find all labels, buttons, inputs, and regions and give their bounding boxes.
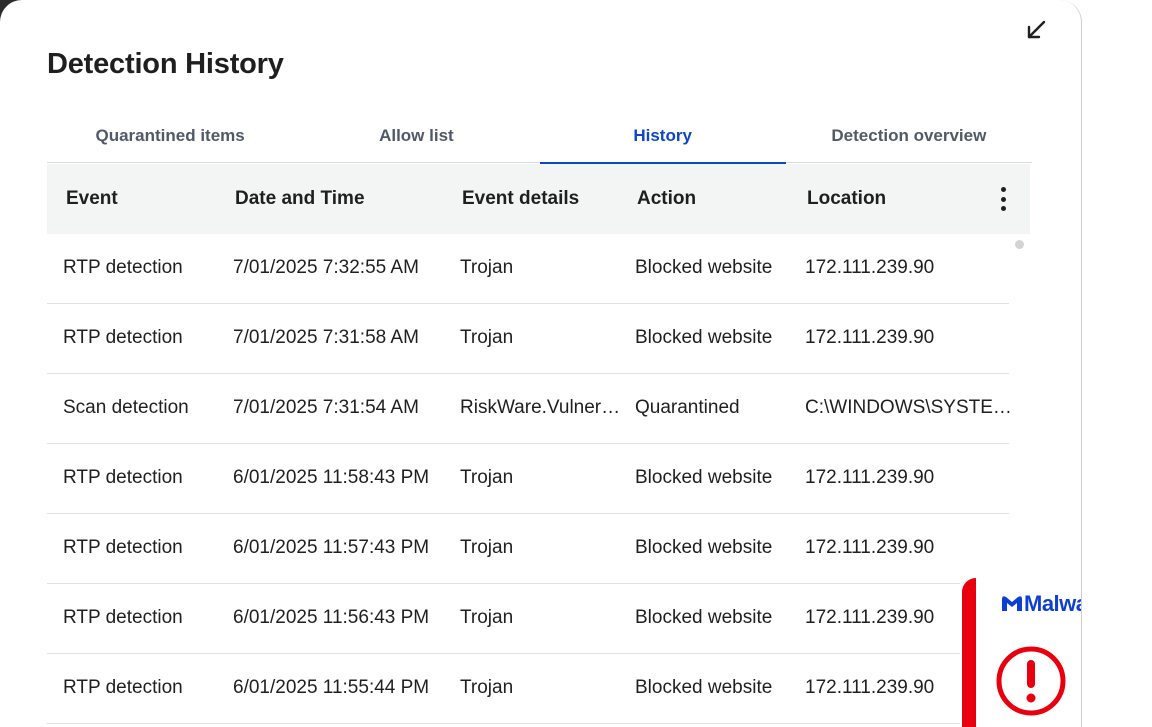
detection-history-panel: Detection History Quarantined items Allo… — [0, 0, 1082, 727]
cell-date-time: 6/01/2025 11:57:43 PM — [233, 537, 430, 558]
arrow-down-left-icon — [1027, 20, 1046, 39]
cell-location: 172.111.239.90 — [805, 467, 935, 488]
exclamation-circle-icon — [996, 646, 1066, 716]
collapse-button[interactable] — [1022, 16, 1050, 44]
cell-event-details: Trojan — [460, 677, 514, 698]
column-header-location[interactable]: Location — [807, 188, 886, 210]
cell-date-time: 7/01/2025 7:32:55 AM — [233, 257, 419, 278]
cell-event-details: Trojan — [460, 607, 514, 628]
cell-event-details: RiskWare.Vulner… — [460, 397, 621, 418]
cell-action: Blocked website — [635, 607, 773, 628]
cell-action: Quarantined — [635, 397, 740, 418]
table-row[interactable]: Scan detection 7/01/2025 7:31:54 AM RiskWa… — [47, 374, 1012, 444]
cell-location: C:\WINDOWS\SYSTE… — [805, 397, 1012, 418]
cell-date-time: 6/01/2025 11:56:43 PM — [233, 607, 430, 628]
cell-location: 172.111.239.90 — [805, 537, 935, 558]
malwarebytes-notification[interactable]: Malwa — [960, 578, 1081, 727]
table-row[interactable]: RTP detection 7/01/2025 7:31:58 AM Trojan B… — [47, 304, 1009, 374]
tab-bar: Quarantined items Allow list History Det… — [47, 112, 1032, 164]
column-header-event[interactable]: Event — [66, 188, 118, 210]
tab-detection-overview[interactable]: Detection overview — [786, 112, 1032, 162]
cell-event: RTP detection — [63, 257, 183, 278]
page-title: Detection History — [47, 48, 284, 80]
scrollbar-thumb[interactable] — [1015, 240, 1024, 249]
cell-event: RTP detection — [63, 327, 183, 348]
column-header-event-details[interactable]: Event details — [462, 188, 579, 210]
table-row[interactable]: RTP detection 7/01/2025 7:32:55 AM Trojan B… — [47, 234, 1009, 304]
cell-date-time: 6/01/2025 11:58:43 PM — [233, 467, 430, 488]
more-vertical-icon[interactable] — [991, 184, 1015, 214]
table-row[interactable]: RTP detection 6/01/2025 11:58:43 PM Trojan… — [47, 444, 1009, 514]
cell-event: RTP detection — [63, 607, 183, 628]
column-header-date-and-time[interactable]: Date and Time — [235, 188, 365, 210]
table-row[interactable]: RTP detection 6/01/2025 11:55:44 PM Trojan… — [47, 654, 1009, 724]
cell-action: Blocked website — [635, 537, 773, 558]
column-header-action[interactable]: Action — [637, 188, 696, 210]
cell-action: Blocked website — [635, 257, 773, 278]
cell-event-details: Trojan — [460, 537, 514, 558]
tab-allow-list[interactable]: Allow list — [293, 112, 539, 162]
malwarebytes-logo: Malwa — [1000, 591, 1081, 617]
cell-event: RTP detection — [63, 467, 183, 488]
cell-event-details: Trojan — [460, 257, 514, 278]
cell-event: RTP detection — [63, 677, 183, 698]
cell-event-details: Trojan — [460, 327, 514, 348]
cell-location: 172.111.239.90 — [805, 327, 935, 348]
alert-accent-bar — [962, 578, 976, 727]
cell-action: Blocked website — [635, 467, 773, 488]
cell-event: RTP detection — [63, 537, 183, 558]
tab-history[interactable]: History — [539, 112, 787, 164]
cell-location: 172.111.239.90 — [805, 677, 935, 698]
cell-location: 172.111.239.90 — [805, 257, 935, 278]
cell-date-time: 7/01/2025 7:31:58 AM — [233, 327, 419, 348]
cell-location: 172.111.239.90 — [805, 607, 935, 628]
cell-action: Blocked website — [635, 677, 773, 698]
table-body: RTP detection 7/01/2025 7:32:55 AM Trojan B… — [47, 234, 1012, 724]
malwarebytes-m-icon — [1002, 596, 1022, 611]
table-row[interactable]: RTP detection 6/01/2025 11:57:43 PM Trojan… — [47, 514, 1009, 584]
table-row[interactable]: RTP detection 6/01/2025 11:56:43 PM Trojan… — [47, 584, 1009, 654]
cell-date-time: 6/01/2025 11:55:44 PM — [233, 677, 430, 698]
tab-quarantined-items[interactable]: Quarantined items — [47, 112, 293, 162]
table-header: Event Date and Time Event details Action… — [47, 164, 1030, 234]
cell-event: Scan detection — [63, 397, 189, 418]
cell-date-time: 7/01/2025 7:31:54 AM — [233, 397, 419, 418]
cell-event-details: Trojan — [460, 467, 514, 488]
cell-action: Blocked website — [635, 327, 773, 348]
